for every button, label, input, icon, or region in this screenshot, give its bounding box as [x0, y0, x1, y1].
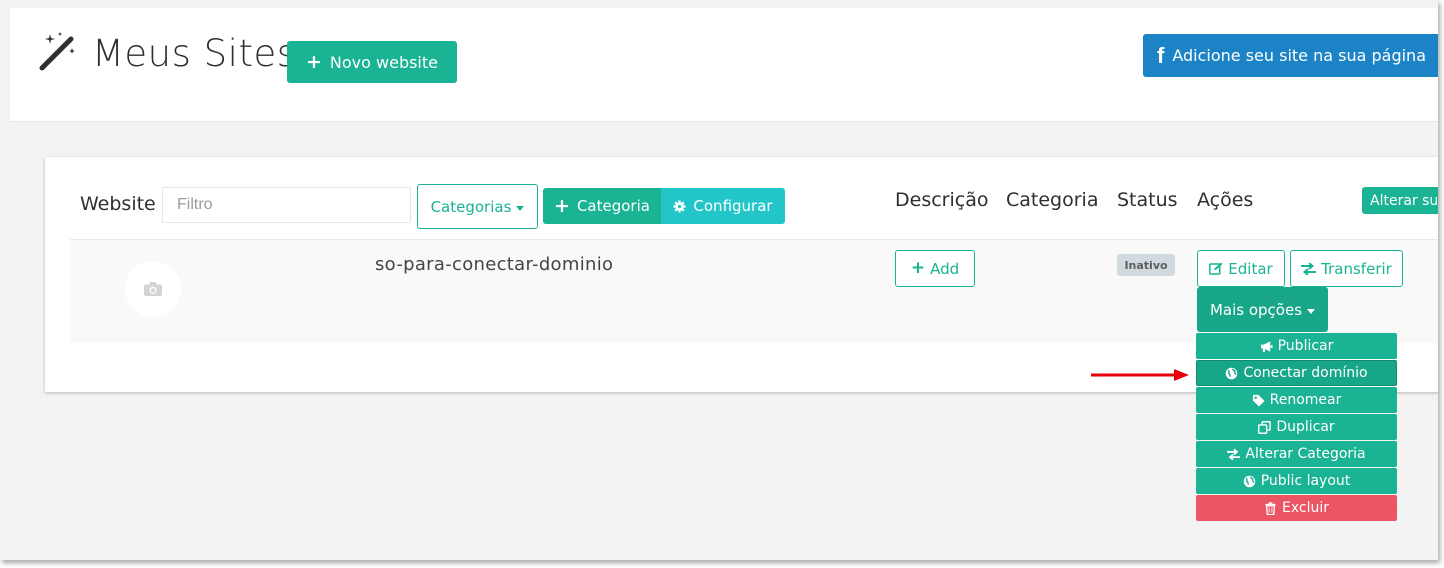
excluir-label: Excluir: [1282, 500, 1329, 516]
camera-icon: [144, 282, 162, 296]
configurar-label: Configurar: [693, 197, 773, 215]
page-frame: Meus Sites + Novo website f Adicione seu…: [0, 0, 1438, 560]
filter-input[interactable]: [162, 187, 411, 223]
copy-icon: [1258, 420, 1272, 434]
menu-item-renomear[interactable]: Renomear: [1196, 387, 1397, 413]
exchange-icon: [1301, 262, 1317, 275]
new-website-button[interactable]: + Novo website: [287, 41, 457, 83]
transfer-button[interactable]: Transferir: [1290, 250, 1403, 287]
facebook-button-label: Adicione seu site na sua página: [1172, 46, 1426, 65]
header-descricao: Descrição: [895, 189, 989, 211]
header-acoes: Ações: [1197, 189, 1254, 211]
site-name[interactable]: so-para-conectar-dominio: [375, 254, 613, 275]
alterar-categoria-label: Alterar Categoria: [1245, 446, 1366, 462]
table-row: so-para-conectar-dominio + Add Inativo E…: [70, 239, 1438, 343]
more-options-menu: Publicar Conectar domínio Renomear Dupli…: [1196, 333, 1397, 522]
menu-item-alterar-categoria[interactable]: Alterar Categoria: [1196, 441, 1397, 467]
trash-icon: [1265, 501, 1276, 515]
categorias-dropdown-button[interactable]: Categorias: [417, 184, 538, 229]
menu-item-duplicar[interactable]: Duplicar: [1196, 414, 1397, 440]
header-categoria: Categoria: [1006, 189, 1099, 211]
facebook-page-button[interactable]: f Adicione seu site na sua página: [1143, 34, 1438, 77]
plus-icon: +: [305, 50, 322, 73]
globe-icon: [1243, 475, 1255, 487]
red-arrow-annotation: [1091, 369, 1189, 381]
site-thumbnail: [125, 261, 181, 317]
new-website-label: Novo website: [329, 52, 438, 72]
add-label: Add: [930, 259, 960, 278]
menu-item-excluir[interactable]: Excluir: [1196, 495, 1397, 521]
page-title: Meus Sites: [92, 32, 297, 75]
categoria-label: Categoria: [576, 197, 650, 215]
bullhorn-icon: [1260, 340, 1273, 352]
transferir-label: Transferir: [1321, 259, 1392, 278]
public-layout-label: Public layout: [1260, 473, 1351, 489]
caret-down-icon: [516, 205, 525, 211]
page-header: Meus Sites + Novo website f Adicione seu…: [10, 8, 1438, 122]
publicar-label: Publicar: [1277, 338, 1334, 354]
website-column-label: Website: [80, 193, 156, 215]
categorias-label: Categorias: [430, 197, 512, 216]
editar-label: Editar: [1228, 259, 1273, 278]
conectar-dominio-label: Conectar domínio: [1243, 365, 1368, 381]
more-options-button[interactable]: Mais opções: [1197, 287, 1328, 332]
tag-icon: [1252, 394, 1265, 407]
header-status: Status: [1117, 189, 1178, 211]
edit-icon: [1209, 262, 1223, 275]
add-description-button[interactable]: + Add: [895, 250, 975, 287]
exchange-icon: [1227, 448, 1241, 460]
alterar-button[interactable]: Alterar su: [1362, 187, 1438, 214]
add-category-button[interactable]: + Categoria: [543, 188, 661, 224]
menu-item-publicar[interactable]: Publicar: [1196, 333, 1397, 359]
menu-item-public-layout[interactable]: Public layout: [1196, 468, 1397, 494]
plus-icon: +: [910, 258, 926, 278]
facebook-icon: f: [1157, 42, 1165, 68]
magic-wand-icon: [39, 32, 75, 71]
edit-button[interactable]: Editar: [1197, 250, 1285, 287]
duplicar-label: Duplicar: [1276, 419, 1335, 435]
configure-button[interactable]: Configurar: [661, 188, 785, 224]
caret-down-icon: [1307, 308, 1316, 314]
gear-icon: [673, 199, 686, 213]
menu-item-conectar-dominio[interactable]: Conectar domínio: [1196, 360, 1397, 386]
globe-icon: [1226, 367, 1238, 379]
plus-icon: +: [554, 194, 570, 217]
mais-opcoes-label: Mais opções: [1209, 300, 1303, 319]
renomear-label: Renomear: [1269, 392, 1342, 408]
status-badge: Inativo: [1117, 254, 1175, 276]
